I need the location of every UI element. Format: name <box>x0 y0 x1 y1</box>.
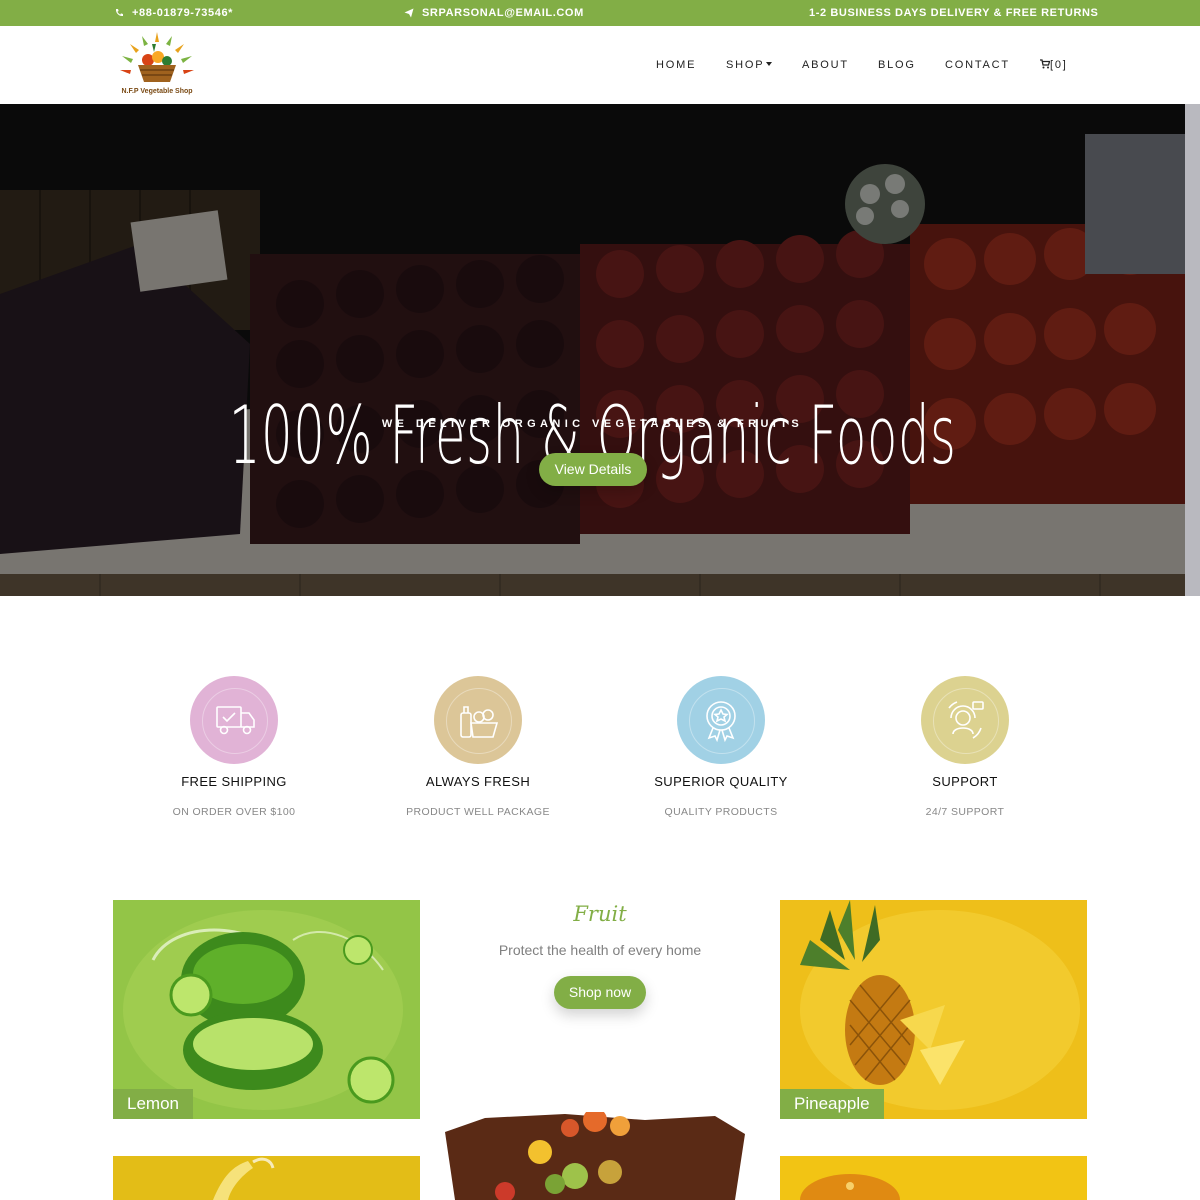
nav-about[interactable]: ABOUT <box>802 59 849 71</box>
fruit-basket-image <box>445 1112 745 1200</box>
hero-background-image <box>0 104 1200 596</box>
cart-count: [0] <box>1050 59 1068 71</box>
phone-number: +88-01879-73546* <box>132 7 234 19</box>
category-tile-orange[interactable] <box>780 1156 1087 1200</box>
feature-description: PRODUCT WELL PACKAGE <box>406 806 550 818</box>
phone-icon <box>115 9 123 17</box>
feature-circle <box>677 676 765 764</box>
feature-superior-quality: SUPERIOR QUALITY QUALITY PRODUCTS <box>621 676 821 818</box>
hero-subtitle: WE DELIVER ORGANIC VEGETABLES & FRUITS <box>381 418 804 430</box>
category-subtitle: Protect the health of every home <box>498 942 702 958</box>
nav-blog[interactable]: BLOG <box>878 59 916 71</box>
delivery-text: 1-2 BUSINESS DAYS DELIVERY & FREE RETURN… <box>809 7 1099 19</box>
caret-down-icon <box>766 62 773 66</box>
shop-logo[interactable]: N.F.P Vegetable Shop <box>112 30 202 100</box>
feature-circle <box>921 676 1009 764</box>
nav-shop[interactable]: SHOP <box>726 59 773 71</box>
email-address: SRPARSONAL@EMAIL.COM <box>422 7 584 19</box>
fresh-basket-icon <box>460 706 499 738</box>
orange-image <box>780 1156 1087 1200</box>
lime-image <box>113 900 420 1119</box>
top-info-bar: +88-01879-73546* SRPARSONAL@EMAIL.COM 1-… <box>0 0 1200 26</box>
delivery-truck-icon <box>216 706 255 735</box>
feature-title: ALWAYS FRESH <box>425 774 531 789</box>
feature-circle <box>190 676 278 764</box>
nav-shop-label: SHOP <box>726 59 765 71</box>
view-details-button[interactable]: View Details <box>539 453 647 486</box>
logo-text: N.F.P Vegetable Shop <box>121 88 193 95</box>
tile-label: Pineapple <box>780 1089 884 1119</box>
feature-title: SUPPORT <box>932 774 998 789</box>
quality-badge-icon <box>706 701 736 742</box>
cart-icon <box>1040 59 1051 69</box>
email-contact[interactable]: SRPARSONAL@EMAIL.COM <box>404 7 584 19</box>
tile-label: Lemon <box>113 1089 193 1119</box>
feature-description: QUALITY PRODUCTS <box>664 806 778 818</box>
feature-support: SUPPORT 24/7 SUPPORT <box>865 676 1065 818</box>
feature-always-fresh: ALWAYS FRESH PRODUCT WELL PACKAGE <box>378 676 578 818</box>
category-heading: Fruit <box>573 902 627 926</box>
delivery-notice: 1-2 BUSINESS DAYS DELIVERY & FREE RETURN… <box>809 7 1098 19</box>
phone-contact[interactable]: +88-01879-73546* <box>114 7 233 19</box>
feature-title: FREE SHIPPING <box>181 774 287 789</box>
fruit-basket-image-tile <box>445 1112 755 1200</box>
feature-circle <box>434 676 522 764</box>
nav-contact[interactable]: CONTACT <box>945 59 1010 71</box>
banana-image <box>113 1156 420 1200</box>
category-tile-banana[interactable] <box>113 1156 420 1200</box>
vegetable-basket-logo-icon <box>120 32 194 82</box>
paper-plane-icon <box>404 8 414 18</box>
nav-home[interactable]: HOME <box>656 59 696 71</box>
category-tile-lemon[interactable]: Lemon <box>113 900 420 1119</box>
site-header: N.F.P Vegetable Shop HOME SHOP ABOUT BLO… <box>0 26 1200 104</box>
hero-banner: 100% Fresh & Organic Foods WE DELIVER OR… <box>0 104 1200 596</box>
feature-free-shipping: FREE SHIPPING ON ORDER OVER $100 <box>134 676 334 818</box>
pineapple-image <box>780 900 1087 1119</box>
shop-now-button[interactable]: Shop now <box>554 976 646 1009</box>
support-agent-icon <box>948 701 984 739</box>
feature-description: 24/7 SUPPORT <box>925 806 1005 818</box>
feature-title: SUPERIOR QUALITY <box>654 774 788 789</box>
category-tile-pineapple[interactable]: Pineapple <box>780 900 1087 1119</box>
nav-cart[interactable]: [0] <box>1040 59 1068 71</box>
feature-description: ON ORDER OVER $100 <box>172 806 296 818</box>
